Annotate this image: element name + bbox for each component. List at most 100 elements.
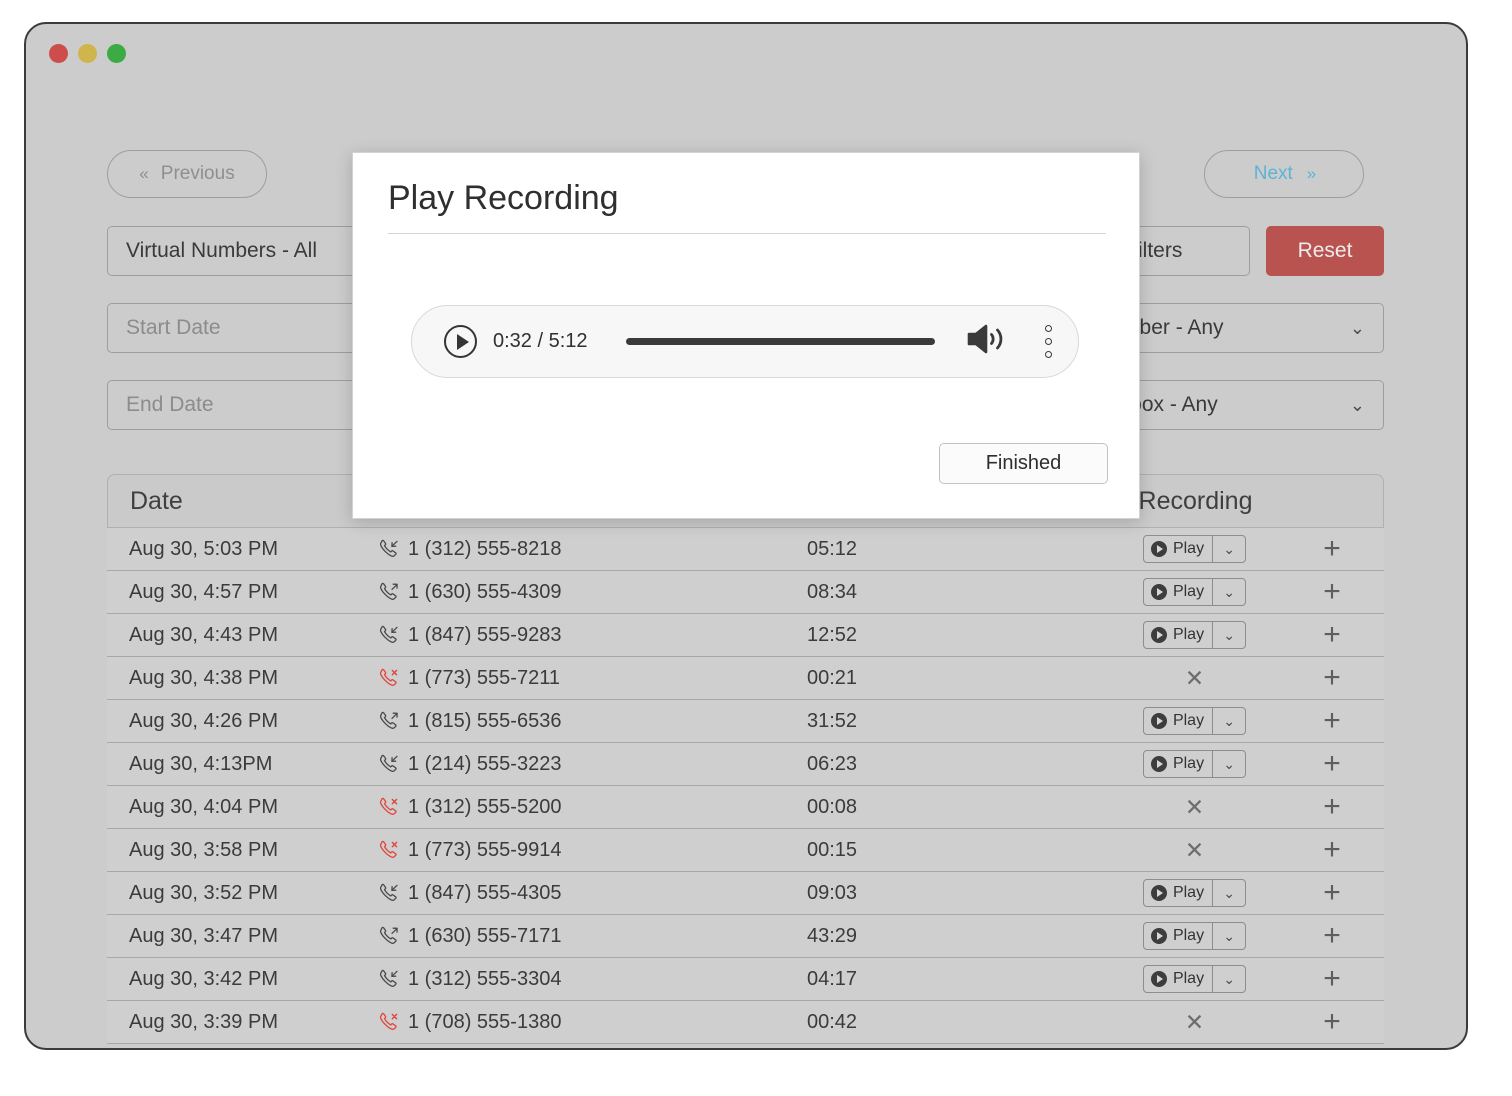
chevron-down-icon[interactable]: ⌄	[1212, 751, 1245, 777]
play-recording-split-button[interactable]: Play ⌄	[1142, 750, 1247, 778]
table-row[interactable]: Aug 30, 4:13PM 1 (214) 555-3223 06:23 Play ⌄…	[107, 743, 1384, 786]
audio-player: 0:32 / 5:12	[411, 305, 1079, 378]
volume-icon[interactable]	[963, 321, 1009, 362]
table-row[interactable]: Aug 30, 4:26 PM 1 (815) 555-6536 31:52 Play…	[107, 700, 1384, 743]
cell-actions: +	[1282, 964, 1382, 994]
table-row[interactable]: Aug 30, 4:43 PM 1 (847) 555-9283 12:52 Play…	[107, 614, 1384, 657]
add-icon[interactable]: +	[1323, 706, 1341, 736]
audio-progress-bar[interactable]	[625, 338, 935, 345]
audio-time-display: 0:32 / 5:12	[493, 330, 588, 352]
table-row[interactable]: Aug 30, 5:03 PM 1 (312) 555-8218 05:12 Play…	[107, 528, 1384, 571]
play-recording-button[interactable]: Play	[1144, 622, 1212, 648]
table-row[interactable]: Aug 30, 4:38 PM 1 (773) 555-7211 00:21 ✕ +	[107, 657, 1384, 700]
play-recording-split-button[interactable]: Play ⌄	[1142, 621, 1247, 649]
play-label: Play	[1172, 927, 1205, 944]
add-icon[interactable]: +	[1323, 620, 1341, 650]
table-row[interactable]: Aug 30, 3:47 PM 1 (630) 555-7171 43:29 Play…	[107, 915, 1384, 958]
cell-duration: 43:29	[807, 924, 858, 947]
play-recording-button[interactable]: Play	[1144, 880, 1212, 906]
play-recording-button[interactable]: Play	[1144, 966, 1212, 992]
table-row[interactable]: Aug 30, 3:52 PM 1 (847) 555-4305 09:03 Play…	[107, 872, 1384, 915]
chevron-down-icon[interactable]: ⌄	[1212, 536, 1245, 562]
minimize-window-button[interactable]	[78, 44, 97, 63]
play-icon	[1150, 541, 1167, 557]
add-icon[interactable]: +	[1323, 792, 1341, 822]
cell-duration: 05:12	[807, 537, 858, 560]
play-recording-button[interactable]: Play	[1144, 708, 1212, 734]
cell-date: Aug 30, 4:38 PM	[129, 666, 278, 689]
cell-date: Aug 30, 4:57 PM	[129, 580, 278, 603]
play-recording-button[interactable]: Play	[1144, 536, 1212, 562]
dot	[1045, 325, 1052, 332]
add-icon[interactable]: +	[1323, 964, 1341, 994]
more-options-icon[interactable]	[1045, 325, 1052, 358]
cell-date: Aug 30, 3:52 PM	[129, 881, 278, 904]
play-recording-split-button[interactable]: Play ⌄	[1142, 922, 1247, 950]
cell-recording: ✕	[1107, 1010, 1282, 1034]
missed-call-icon	[377, 667, 399, 689]
close-window-button[interactable]	[49, 44, 68, 63]
finished-button[interactable]: Finished	[939, 443, 1108, 484]
cell-recording: Play ⌄	[1107, 621, 1282, 649]
table-row[interactable]: Aug 30, 3:42 PM 1 (312) 555-3304 04:17 Play…	[107, 958, 1384, 1001]
add-icon[interactable]: +	[1323, 921, 1341, 951]
chevron-down-icon[interactable]: ⌄	[1212, 579, 1245, 605]
cell-phone: 1 (847) 555-9283	[377, 624, 807, 647]
add-icon[interactable]: +	[1323, 663, 1341, 693]
play-pause-button[interactable]	[444, 325, 477, 358]
cell-duration: 09:03	[807, 881, 858, 904]
add-icon[interactable]: +	[1323, 835, 1341, 865]
table-row[interactable]: Aug 30, 3:39 PM 1 (708) 555-1380 00:42 ✕ +	[107, 1001, 1384, 1044]
cell-date: Aug 30, 4:26 PM	[129, 709, 278, 732]
play-recording-button[interactable]: Play	[1144, 923, 1212, 949]
cell-phone: 1 (312) 555-5200	[377, 796, 807, 819]
cell-recording: ✕	[1107, 838, 1282, 862]
table-row[interactable]: Aug 30, 4:57 PM 1 (630) 555-4309 08:34 Play…	[107, 571, 1384, 614]
play-recording-split-button[interactable]: Play ⌄	[1142, 578, 1247, 606]
cell-phone: 1 (773) 555-7211	[377, 667, 807, 690]
cell-actions: +	[1282, 534, 1382, 564]
play-recording-split-button[interactable]: Play ⌄	[1142, 965, 1247, 993]
cell-actions: +	[1282, 835, 1382, 865]
chevron-down-icon[interactable]: ⌄	[1212, 923, 1245, 949]
phone-number: 1 (630) 555-7171	[408, 924, 562, 947]
cell-date: Aug 30, 5:03 PM	[129, 537, 278, 560]
add-icon[interactable]: +	[1323, 878, 1341, 908]
chevron-down-icon[interactable]: ⌄	[1212, 966, 1245, 992]
cell-phone: 1 (630) 555-7171	[377, 925, 807, 948]
outgoing-call-icon	[377, 581, 399, 603]
cell-phone: 1 (773) 555-9914	[377, 839, 807, 862]
play-recording-button[interactable]: Play	[1144, 751, 1212, 777]
play-recording-split-button[interactable]: Play ⌄	[1142, 535, 1247, 563]
play-icon	[1150, 627, 1167, 643]
chevron-down-icon[interactable]: ⌄	[1212, 880, 1245, 906]
column-header-date[interactable]: Date	[108, 487, 378, 516]
play-label: Play	[1172, 884, 1205, 901]
play-icon	[1150, 584, 1167, 600]
add-icon[interactable]: +	[1323, 534, 1341, 564]
chevron-down-icon: ⌄	[1349, 317, 1365, 338]
add-icon[interactable]: +	[1323, 749, 1341, 779]
add-icon[interactable]: +	[1323, 1007, 1341, 1037]
table-row[interactable]: Aug 30, 3:58 PM 1 (773) 555-9914 00:15 ✕ +	[107, 829, 1384, 872]
next-page-button[interactable]: Next »	[1204, 150, 1364, 198]
play-recording-button[interactable]: Play	[1144, 579, 1212, 605]
reset-button[interactable]: Reset	[1266, 226, 1384, 276]
phone-number: 1 (773) 555-7211	[408, 666, 560, 689]
incoming-call-icon	[377, 882, 399, 904]
chevron-down-icon[interactable]: ⌄	[1212, 622, 1245, 648]
phone-number: 1 (312) 555-8218	[408, 537, 562, 560]
play-recording-split-button[interactable]: Play ⌄	[1142, 879, 1247, 907]
previous-page-button[interactable]: « Previous	[107, 150, 267, 198]
phone-number: 1 (847) 555-9283	[408, 623, 562, 646]
maximize-window-button[interactable]	[107, 44, 126, 63]
table-row[interactable]: Aug 30, 4:04 PM 1 (312) 555-5200 00:08 ✕ +	[107, 786, 1384, 829]
cell-recording: Play ⌄	[1107, 578, 1282, 606]
cell-duration: 04:17	[807, 967, 858, 990]
chevron-down-icon[interactable]: ⌄	[1212, 708, 1245, 734]
cell-phone: 1 (815) 555-6536	[377, 710, 807, 733]
add-icon[interactable]: +	[1323, 577, 1341, 607]
chevron-down-icon: ⌄	[1349, 394, 1365, 415]
play-recording-split-button[interactable]: Play ⌄	[1142, 707, 1247, 735]
table-body: Aug 30, 5:03 PM 1 (312) 555-8218 05:12 Play…	[107, 528, 1384, 1044]
